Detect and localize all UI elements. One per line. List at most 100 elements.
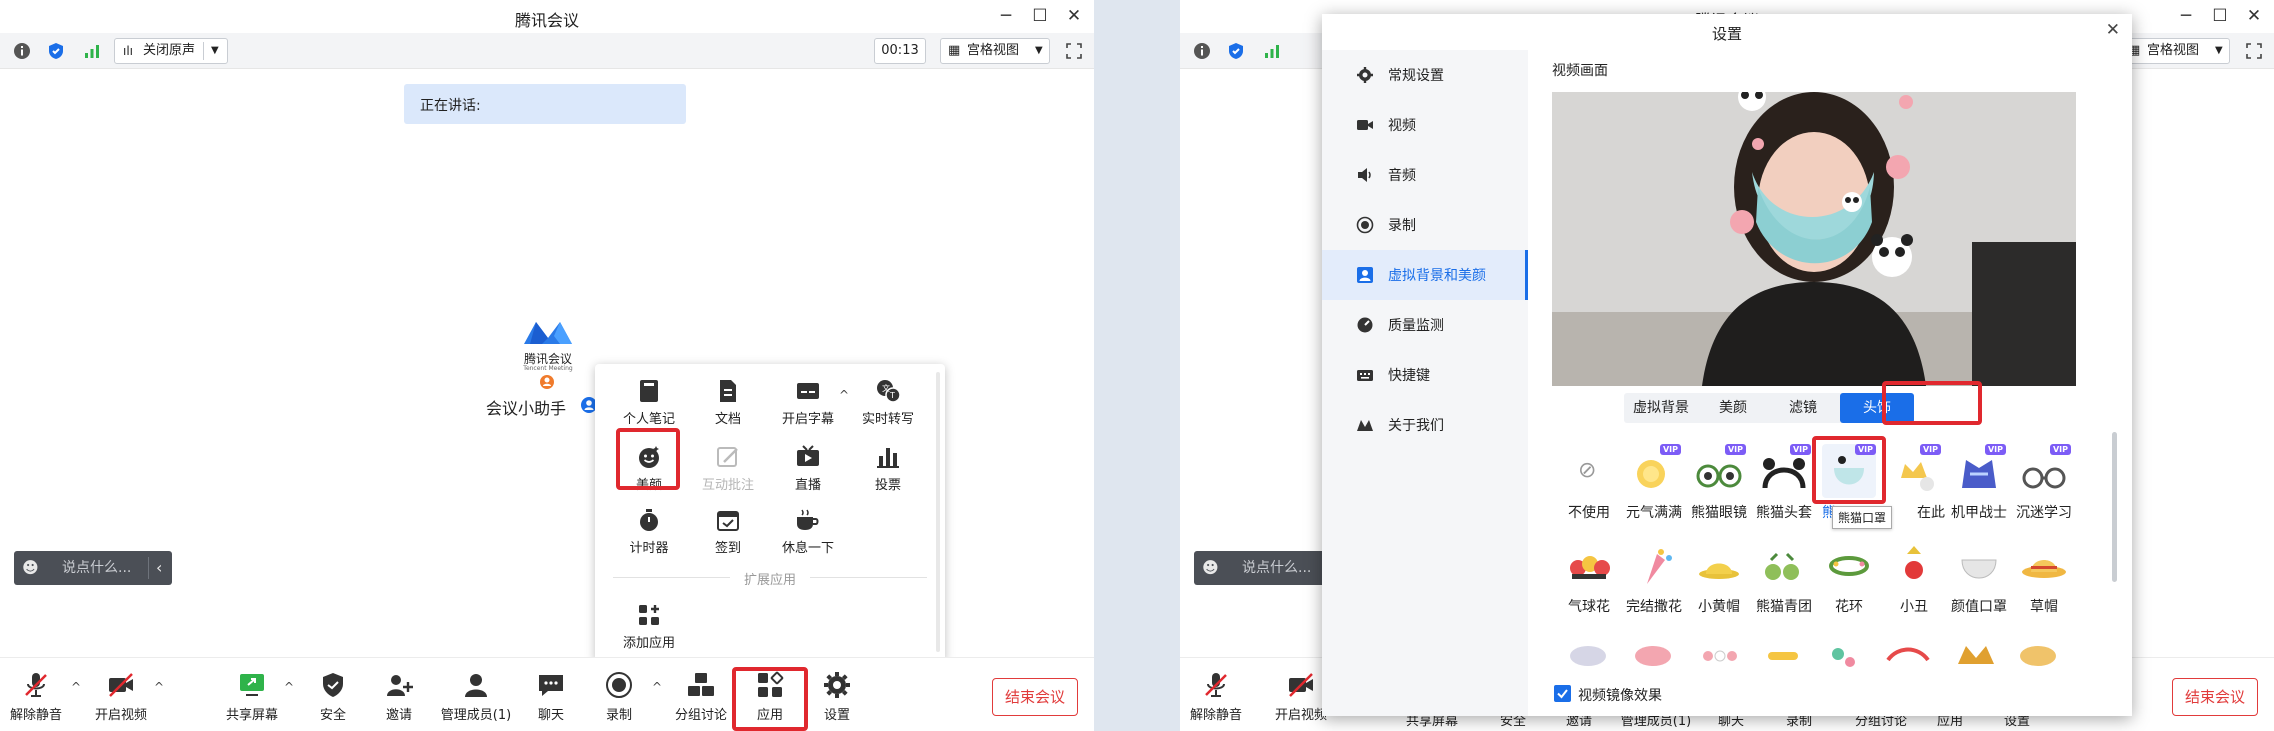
video-preview bbox=[1552, 92, 2076, 386]
settings-button[interactable]: 设置 bbox=[812, 658, 862, 731]
decoration-clown[interactable]: 小丑 bbox=[1883, 538, 1945, 616]
decoration-straw-hat[interactable]: 草帽 bbox=[2013, 538, 2075, 616]
section-label: 扩展应用 bbox=[730, 569, 810, 588]
maximize-button[interactable]: ☐ bbox=[1029, 6, 1051, 26]
sidebar-item-quality[interactable]: 质量监测 bbox=[1322, 300, 1528, 350]
close-icon[interactable]: ✕ bbox=[2106, 20, 2120, 40]
gear-icon bbox=[824, 672, 850, 698]
info-icon[interactable] bbox=[1192, 41, 1212, 61]
video-options-chevron[interactable]: ^ bbox=[154, 680, 164, 694]
effects-tabs: 虚拟背景 美颜 滤镜 头饰 bbox=[1624, 393, 1914, 423]
meeting-timer: 00:13 bbox=[874, 38, 926, 64]
manage-members-label: 管理成员(1) bbox=[440, 708, 512, 723]
decoration-mecha-warrior[interactable]: VIP 机甲战士 bbox=[1948, 444, 2010, 522]
decoration-energetic[interactable]: VIP 元气满满 bbox=[1623, 444, 1685, 522]
invite-button[interactable]: 邀请 bbox=[374, 658, 424, 731]
app-captions[interactable]: 开启字幕 bbox=[768, 378, 848, 427]
record-button[interactable]: 录制 bbox=[594, 658, 644, 731]
record-options-chevron[interactable]: ^ bbox=[652, 680, 662, 694]
end-meeting-label: 结束会议 bbox=[2184, 688, 2245, 706]
decoration-balloon-flower[interactable]: 气球花 bbox=[1558, 538, 1620, 616]
deco-label: 完结撒花 bbox=[1626, 599, 1682, 615]
app-break[interactable]: 休息一下 bbox=[768, 507, 848, 556]
shield-icon[interactable] bbox=[46, 41, 66, 61]
unmute-button[interactable]: 解除静音 bbox=[1186, 658, 1246, 731]
decoration-none[interactable]: ⊘ 不使用 bbox=[1558, 444, 1620, 522]
decoration-beauty-mask[interactable]: 颜值口罩 bbox=[1948, 538, 2010, 616]
wreath-icon bbox=[1829, 556, 1869, 576]
app-vote[interactable]: 投票 bbox=[848, 444, 928, 493]
decoration-panda-hood[interactable]: VIP 熊猫头套 bbox=[1753, 444, 1815, 522]
start-video-button[interactable]: 开启视频 bbox=[90, 658, 152, 731]
decoration-here[interactable]: VIP 在此 bbox=[1883, 444, 1945, 521]
app-live[interactable]: 直播 bbox=[768, 444, 848, 493]
sidebar-item-general[interactable]: 常规设置 bbox=[1322, 50, 1528, 100]
decoration-wreath[interactable]: 花环 bbox=[1818, 538, 1880, 616]
sidebar-item-video[interactable]: 视频 bbox=[1322, 100, 1528, 150]
document-icon bbox=[720, 380, 736, 402]
app-add[interactable]: 添加应用 bbox=[609, 602, 689, 651]
title-bar[interactable]: 腾讯会议 ─ ☐ ✕ bbox=[0, 0, 1094, 33]
end-meeting-button[interactable]: 结束会议 bbox=[992, 678, 1078, 716]
view-mode-dropdown[interactable]: ▦ 宫格视图 ▼ bbox=[2120, 38, 2230, 64]
headwear-tab-highlight bbox=[1882, 381, 1982, 425]
app-docs[interactable]: 文档 bbox=[688, 378, 768, 427]
unmute-button[interactable]: 解除静音 bbox=[6, 658, 66, 731]
maximize-button[interactable]: ☐ bbox=[2209, 6, 2231, 26]
shield-icon[interactable] bbox=[1226, 41, 1246, 61]
decoration-yellow-hat[interactable]: 小黄帽 bbox=[1688, 538, 1750, 616]
audio-mode-dropdown[interactable]: ılı 关闭原声 ▼ bbox=[114, 38, 228, 64]
decorations-scrollbar[interactable] bbox=[2112, 432, 2117, 582]
emoji-icon[interactable]: ☻ bbox=[22, 551, 39, 585]
chat-input-box[interactable]: ☻ 说点什么... ‹ bbox=[14, 551, 172, 585]
decoration-finish-flowers[interactable]: 完结撒花 bbox=[1623, 538, 1685, 616]
fullscreen-icon[interactable] bbox=[2244, 41, 2264, 61]
close-button[interactable]: ✕ bbox=[2243, 6, 2265, 26]
sidebar-item-audio[interactable]: 音频 bbox=[1322, 150, 1528, 200]
chat-button[interactable]: 聊天 bbox=[526, 658, 576, 731]
security-button[interactable]: 安全 bbox=[308, 658, 358, 731]
end-meeting-button[interactable]: 结束会议 bbox=[2172, 678, 2258, 716]
manage-members-button[interactable]: 管理成员(1) bbox=[436, 658, 516, 731]
view-mode-label: 宫格视图 bbox=[967, 43, 1020, 58]
tab-virtual-bg[interactable]: 虚拟背景 bbox=[1624, 393, 1698, 423]
participant-name-text: 会议小助手 bbox=[486, 399, 567, 418]
decoration-panda-qingtuan[interactable]: 熊猫青团 bbox=[1753, 538, 1815, 616]
app-personal-notes[interactable]: 个人笔记 bbox=[609, 378, 689, 427]
share-options-chevron[interactable]: ^ bbox=[284, 680, 294, 694]
sidebar-item-shortcuts[interactable]: 快捷键 bbox=[1322, 350, 1528, 400]
breakout-button[interactable]: 分组讨论 bbox=[668, 658, 734, 731]
fullscreen-icon[interactable] bbox=[1064, 41, 1084, 61]
sidebar-item-recording[interactable]: 录制 bbox=[1322, 200, 1528, 250]
collapse-chevron-icon[interactable]: ‹ bbox=[156, 551, 162, 585]
gauge-icon bbox=[1357, 317, 1373, 333]
minimize-button[interactable]: ─ bbox=[2175, 6, 2197, 26]
app-timer[interactable]: 计时器 bbox=[609, 507, 689, 556]
close-button[interactable]: ✕ bbox=[1063, 6, 1085, 26]
mic-options-chevron[interactable]: ^ bbox=[71, 680, 81, 694]
tab-beauty[interactable]: 美颜 bbox=[1698, 393, 1768, 423]
decoration-panda-glasses[interactable]: VIP 熊猫眼镜 bbox=[1688, 444, 1750, 522]
deco-label: 小丑 bbox=[1900, 599, 1928, 615]
info-icon[interactable] bbox=[12, 41, 32, 61]
tab-filter[interactable]: 滤镜 bbox=[1768, 393, 1838, 423]
vip-badge: VIP bbox=[1984, 444, 2006, 455]
gear-icon bbox=[1357, 67, 1373, 83]
decoration-study[interactable]: VIP 沉迷学习 bbox=[2013, 444, 2075, 522]
minimize-button[interactable]: ─ bbox=[995, 6, 1017, 26]
popup-scrollbar[interactable] bbox=[936, 372, 940, 652]
deco-label: 小黄帽 bbox=[1698, 599, 1740, 615]
view-mode-dropdown[interactable]: ▦ 宫格视图 ▼ bbox=[940, 38, 1050, 64]
emoji-icon[interactable]: ☻ bbox=[1202, 551, 1219, 585]
app-checkin[interactable]: 签到 bbox=[688, 507, 768, 556]
signal-icon[interactable] bbox=[82, 41, 102, 61]
mirror-checkbox[interactable] bbox=[1554, 685, 1571, 702]
check-icon bbox=[1557, 689, 1568, 699]
share-screen-button[interactable]: 共享屏幕 bbox=[222, 658, 282, 731]
signal-icon[interactable] bbox=[1262, 41, 1282, 61]
yellow-hat-icon bbox=[1699, 563, 1739, 579]
app-transcription[interactable]: 文T 实时转写 bbox=[848, 378, 928, 427]
chevron-down-icon: ▼ bbox=[211, 45, 219, 56]
sidebar-item-about[interactable]: 关于我们 bbox=[1322, 400, 1528, 450]
sidebar-item-virtual-bg-beauty[interactable]: 虚拟背景和美颜 bbox=[1322, 250, 1528, 300]
